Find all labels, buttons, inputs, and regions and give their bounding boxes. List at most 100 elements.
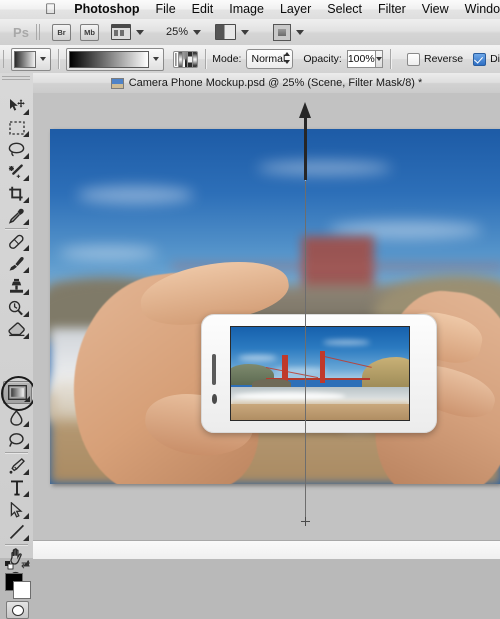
- swap-colors-icon[interactable]: ⇄: [21, 560, 30, 571]
- eyedropper-tool[interactable]: [3, 205, 30, 226]
- default-colors-icon: [5, 561, 14, 570]
- pen-tool[interactable]: [3, 455, 30, 476]
- cloud: [77, 186, 194, 204]
- macos-menubar:  Photoshop File Edit Image Layer Select…: [0, 0, 500, 20]
- phone-front-camera: [212, 394, 218, 403]
- arrange-chevron-down-icon[interactable]: [136, 30, 144, 35]
- phone-screen: [230, 326, 410, 422]
- phone-speaker: [212, 354, 216, 384]
- eraser-tool[interactable]: [3, 319, 30, 340]
- arrange-documents-icon[interactable]: [111, 24, 131, 40]
- menu-window[interactable]: Window: [457, 0, 500, 19]
- spot-healing-brush-tool[interactable]: [3, 231, 30, 252]
- canvas-area[interactable]: [33, 93, 500, 558]
- crop-tool[interactable]: [3, 183, 30, 204]
- document-thumbnail-icon: [111, 78, 124, 89]
- magic-wand-tool[interactable]: [3, 161, 30, 182]
- line-tool[interactable]: [3, 521, 30, 542]
- reverse-label: Reverse: [424, 53, 463, 65]
- smartphone: [201, 314, 437, 433]
- cloud: [257, 161, 392, 175]
- zoom-chevron-down-icon[interactable]: [193, 30, 201, 35]
- path-selection-tool-submenu-icon: [23, 513, 29, 519]
- gradient-chevron-down-icon[interactable]: [153, 57, 159, 61]
- tools-panel-grip[interactable]: [2, 76, 30, 81]
- marquee-tool-submenu-icon: [23, 131, 29, 137]
- image-canvas[interactable]: [50, 129, 500, 484]
- document-title-bar[interactable]: Camera Phone Mockup.psd @ 25% (Scene, Fi…: [33, 73, 500, 94]
- menu-filter[interactable]: Filter: [370, 0, 414, 19]
- reverse-checkbox[interactable]: [407, 53, 420, 66]
- tools-panel: ⇄: [0, 73, 34, 558]
- zoom-level-value[interactable]: 25%: [166, 26, 188, 38]
- menu-edit[interactable]: Edit: [184, 0, 222, 19]
- menu-view[interactable]: View: [414, 0, 457, 19]
- gradient-tool[interactable]: [3, 381, 32, 404]
- menu-layer[interactable]: Layer: [272, 0, 319, 19]
- brush-tool[interactable]: [3, 253, 30, 274]
- move-tool[interactable]: [3, 95, 30, 116]
- mode-label: Mode:: [212, 53, 241, 65]
- gradient-swatch[interactable]: [69, 51, 149, 68]
- appbar-grip[interactable]: [36, 24, 41, 40]
- document-window: Camera Phone Mockup.psd @ 25% (Scene, Fi…: [33, 73, 500, 558]
- screen-mode-icon[interactable]: [215, 24, 236, 40]
- workspace-switcher-icon[interactable]: [273, 24, 291, 41]
- dither-checkbox[interactable]: [473, 53, 486, 66]
- eraser-tool-submenu-icon: [23, 333, 29, 339]
- dodge-tool-submenu-icon: [23, 443, 29, 449]
- healing-brush-tool-submenu-icon: [23, 245, 29, 251]
- blend-mode-select[interactable]: Normal: [246, 49, 293, 69]
- gradient-drag-endpoint-v: [305, 517, 306, 526]
- blur-tool[interactable]: [3, 407, 30, 428]
- magic-wand-tool-submenu-icon: [23, 175, 29, 181]
- menu-photoshop[interactable]: Photoshop: [66, 0, 147, 19]
- dodge-tool[interactable]: [3, 429, 30, 450]
- quick-mask-icon: [12, 605, 24, 616]
- path-selection-tool[interactable]: [3, 499, 30, 520]
- launch-mini-bridge-button[interactable]: Mb: [80, 24, 99, 41]
- apple-logo-icon[interactable]: : [45, 2, 56, 18]
- tool-options-bar: Mode: Normal Opacity: 100% Reverse Di: [0, 45, 500, 74]
- line-tool-submenu-icon: [23, 535, 29, 541]
- move-tool-submenu-icon: [23, 109, 29, 115]
- tools-separator-1: [5, 228, 28, 229]
- arrow-shaft: [304, 115, 307, 180]
- quick-mask-button[interactable]: [6, 601, 29, 619]
- reverse-checkbox-row[interactable]: Reverse: [407, 53, 463, 66]
- tool-preset-picker[interactable]: [11, 48, 51, 71]
- tool-preset-chevron-down-icon[interactable]: [40, 57, 46, 61]
- rectangular-marquee-tool[interactable]: [3, 117, 30, 138]
- screen-sand: [231, 404, 409, 421]
- eyedropper-tool-submenu-icon: [23, 219, 29, 225]
- color-swatches[interactable]: ⇄: [5, 573, 29, 597]
- lasso-tool[interactable]: [3, 139, 30, 160]
- menu-select[interactable]: Select: [319, 0, 370, 19]
- gradient-picker[interactable]: [66, 48, 164, 71]
- background-color-swatch[interactable]: [13, 581, 31, 599]
- photoshop-window:  Photoshop File Edit Image Layer Select…: [0, 0, 500, 558]
- screen-mode-chevron-down-icon[interactable]: [241, 30, 249, 35]
- gradient-preset-icon: [14, 51, 36, 68]
- opacity-label: Opacity:: [303, 53, 342, 65]
- gradient-tool-submenu-icon: [24, 396, 30, 402]
- window-bottom-strip: [33, 540, 500, 559]
- gradient-drag-line: [305, 181, 306, 521]
- workspace-chevron-down-icon[interactable]: [296, 30, 304, 35]
- clone-stamp-tool[interactable]: [3, 275, 30, 296]
- launch-bridge-button[interactable]: Br: [52, 24, 71, 41]
- history-brush-tool[interactable]: [3, 297, 30, 318]
- opacity-input[interactable]: 100%: [347, 50, 376, 68]
- application-bar: Ps Br Mb 25%: [0, 19, 500, 46]
- document-title: Camera Phone Mockup.psd @ 25% (Scene, Fi…: [129, 77, 423, 89]
- dither-checkbox-row[interactable]: Di: [473, 53, 500, 66]
- opacity-chevron-down-icon[interactable]: [376, 50, 383, 68]
- upward-arrow-annotation: [299, 102, 312, 180]
- options-bar-grip[interactable]: [3, 50, 4, 68]
- type-tool[interactable]: [3, 477, 30, 498]
- brush-tool-submenu-icon: [23, 267, 29, 273]
- menu-image[interactable]: Image: [221, 0, 272, 19]
- diamond-gradient-button[interactable]: [193, 52, 197, 67]
- lasso-tool-submenu-icon: [23, 153, 29, 159]
- menu-file[interactable]: File: [148, 0, 184, 19]
